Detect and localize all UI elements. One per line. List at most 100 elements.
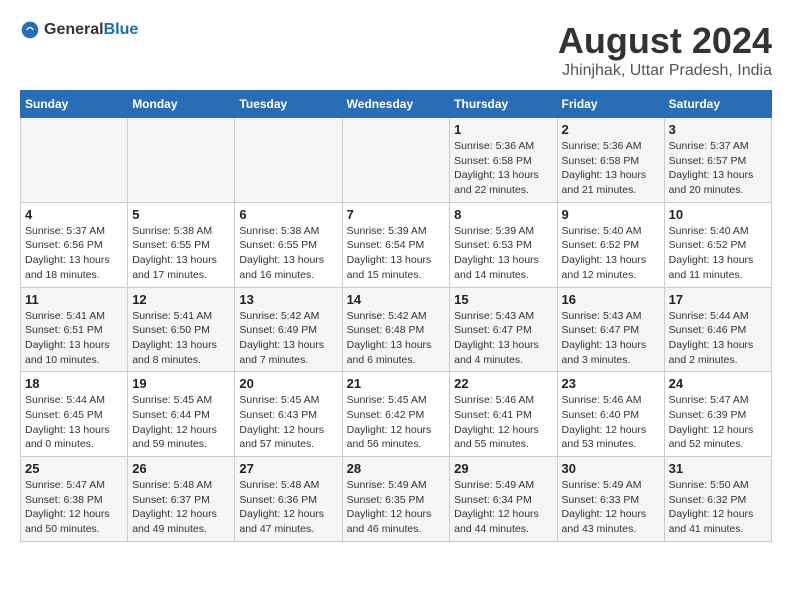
day-detail: Sunrise: 5:42 AM Sunset: 6:49 PM Dayligh…	[239, 309, 337, 368]
calendar-cell: 12 Sunrise: 5:41 AM Sunset: 6:50 PM Dayli…	[128, 287, 235, 372]
day-detail: Sunrise: 5:49 AM Sunset: 6:35 PM Dayligh…	[347, 478, 446, 537]
col-friday: Friday	[557, 91, 664, 118]
day-detail: Sunrise: 5:36 AM Sunset: 6:58 PM Dayligh…	[562, 139, 660, 198]
calendar-cell: 14 Sunrise: 5:42 AM Sunset: 6:48 PM Dayli…	[342, 287, 450, 372]
logo-general: General	[44, 21, 104, 38]
calendar-subtitle: Jhinjhak, Uttar Pradesh, India	[558, 62, 772, 80]
day-number: 2	[562, 122, 660, 137]
day-detail: Sunrise: 5:46 AM Sunset: 6:40 PM Dayligh…	[562, 393, 660, 452]
calendar-week-1: 1Sunrise: 5:36 AM Sunset: 6:58 PM Daylig…	[21, 118, 772, 203]
calendar-cell: 8 Sunrise: 5:39 AM Sunset: 6:53 PM Daylig…	[450, 202, 557, 287]
day-detail: Sunrise: 5:43 AM Sunset: 6:47 PM Dayligh…	[454, 309, 552, 368]
calendar-cell: 1Sunrise: 5:36 AM Sunset: 6:58 PM Daylig…	[450, 118, 557, 203]
calendar-cell: 2 Sunrise: 5:36 AM Sunset: 6:58 PM Daylig…	[557, 118, 664, 203]
day-number: 3	[669, 122, 767, 137]
calendar-week-2: 4 Sunrise: 5:37 AM Sunset: 6:56 PM Daylig…	[21, 202, 772, 287]
calendar-cell: 17Sunrise: 5:44 AM Sunset: 6:46 PM Dayli…	[664, 287, 771, 372]
day-number: 15	[454, 292, 552, 307]
day-detail: Sunrise: 5:44 AM Sunset: 6:46 PM Dayligh…	[669, 309, 767, 368]
day-number: 25	[25, 461, 123, 476]
day-number: 7	[347, 207, 446, 222]
logo-icon	[20, 20, 40, 40]
day-number: 21	[347, 376, 446, 391]
calendar-cell: 4 Sunrise: 5:37 AM Sunset: 6:56 PM Daylig…	[21, 202, 128, 287]
header-row: Sunday Monday Tuesday Wednesday Thursday…	[21, 91, 772, 118]
day-number: 23	[562, 376, 660, 391]
col-saturday: Saturday	[664, 91, 771, 118]
logo-blue: Blue	[104, 21, 139, 38]
day-detail: Sunrise: 5:47 AM Sunset: 6:38 PM Dayligh…	[25, 478, 123, 537]
calendar-cell: 24 Sunrise: 5:47 AM Sunset: 6:39 PM Dayli…	[664, 372, 771, 457]
day-number: 27	[239, 461, 337, 476]
day-detail: Sunrise: 5:42 AM Sunset: 6:48 PM Dayligh…	[347, 309, 446, 368]
day-number: 8	[454, 207, 552, 222]
calendar-cell: 25 Sunrise: 5:47 AM Sunset: 6:38 PM Dayli…	[21, 457, 128, 542]
day-detail: Sunrise: 5:39 AM Sunset: 6:54 PM Dayligh…	[347, 224, 446, 283]
calendar-cell: 23 Sunrise: 5:46 AM Sunset: 6:40 PM Dayli…	[557, 372, 664, 457]
calendar-cell	[342, 118, 450, 203]
calendar-cell: 26Sunrise: 5:48 AM Sunset: 6:37 PM Dayli…	[128, 457, 235, 542]
day-detail: Sunrise: 5:45 AM Sunset: 6:44 PM Dayligh…	[132, 393, 230, 452]
col-monday: Monday	[128, 91, 235, 118]
calendar-week-4: 18 Sunrise: 5:44 AM Sunset: 6:45 PM Dayli…	[21, 372, 772, 457]
calendar-cell: 29 Sunrise: 5:49 AM Sunset: 6:34 PM Dayli…	[450, 457, 557, 542]
day-detail: Sunrise: 5:49 AM Sunset: 6:33 PM Dayligh…	[562, 478, 660, 537]
day-number: 11	[25, 292, 123, 307]
calendar-cell: 20Sunrise: 5:45 AM Sunset: 6:43 PM Dayli…	[235, 372, 342, 457]
calendar-cell: 7 Sunrise: 5:39 AM Sunset: 6:54 PM Daylig…	[342, 202, 450, 287]
day-number: 20	[239, 376, 337, 391]
calendar-cell: 3Sunrise: 5:37 AM Sunset: 6:57 PM Daylig…	[664, 118, 771, 203]
calendar-cell: 30 Sunrise: 5:49 AM Sunset: 6:33 PM Dayli…	[557, 457, 664, 542]
calendar-cell	[21, 118, 128, 203]
calendar-cell: 11 Sunrise: 5:41 AM Sunset: 6:51 PM Dayli…	[21, 287, 128, 372]
day-number: 13	[239, 292, 337, 307]
calendar-cell: 22 Sunrise: 5:46 AM Sunset: 6:41 PM Dayli…	[450, 372, 557, 457]
logo: GeneralBlue	[20, 20, 138, 40]
calendar-table: Sunday Monday Tuesday Wednesday Thursday…	[20, 90, 772, 542]
day-number: 5	[132, 207, 230, 222]
col-wednesday: Wednesday	[342, 91, 450, 118]
day-detail: Sunrise: 5:40 AM Sunset: 6:52 PM Dayligh…	[562, 224, 660, 283]
calendar-cell: 19Sunrise: 5:45 AM Sunset: 6:44 PM Dayli…	[128, 372, 235, 457]
calendar-cell: 31Sunrise: 5:50 AM Sunset: 6:32 PM Dayli…	[664, 457, 771, 542]
day-detail: Sunrise: 5:38 AM Sunset: 6:55 PM Dayligh…	[132, 224, 230, 283]
day-detail: Sunrise: 5:48 AM Sunset: 6:36 PM Dayligh…	[239, 478, 337, 537]
day-detail: Sunrise: 5:44 AM Sunset: 6:45 PM Dayligh…	[25, 393, 123, 452]
day-detail: Sunrise: 5:41 AM Sunset: 6:51 PM Dayligh…	[25, 309, 123, 368]
day-detail: Sunrise: 5:37 AM Sunset: 6:56 PM Dayligh…	[25, 224, 123, 283]
header: GeneralBlue August 2024 Jhinjhak, Uttar …	[20, 20, 772, 80]
day-number: 14	[347, 292, 446, 307]
calendar-week-3: 11 Sunrise: 5:41 AM Sunset: 6:51 PM Dayli…	[21, 287, 772, 372]
day-number: 22	[454, 376, 552, 391]
day-detail: Sunrise: 5:45 AM Sunset: 6:42 PM Dayligh…	[347, 393, 446, 452]
day-detail: Sunrise: 5:38 AM Sunset: 6:55 PM Dayligh…	[239, 224, 337, 283]
day-number: 6	[239, 207, 337, 222]
col-tuesday: Tuesday	[235, 91, 342, 118]
day-number: 4	[25, 207, 123, 222]
day-detail: Sunrise: 5:39 AM Sunset: 6:53 PM Dayligh…	[454, 224, 552, 283]
day-number: 30	[562, 461, 660, 476]
col-sunday: Sunday	[21, 91, 128, 118]
day-detail: Sunrise: 5:49 AM Sunset: 6:34 PM Dayligh…	[454, 478, 552, 537]
calendar-cell: 28Sunrise: 5:49 AM Sunset: 6:35 PM Dayli…	[342, 457, 450, 542]
calendar-title: August 2024	[558, 20, 772, 62]
calendar-cell: 10Sunrise: 5:40 AM Sunset: 6:52 PM Dayli…	[664, 202, 771, 287]
day-number: 24	[669, 376, 767, 391]
day-detail: Sunrise: 5:47 AM Sunset: 6:39 PM Dayligh…	[669, 393, 767, 452]
day-detail: Sunrise: 5:41 AM Sunset: 6:50 PM Dayligh…	[132, 309, 230, 368]
calendar-cell: 18 Sunrise: 5:44 AM Sunset: 6:45 PM Dayli…	[21, 372, 128, 457]
calendar-cell: 5 Sunrise: 5:38 AM Sunset: 6:55 PM Daylig…	[128, 202, 235, 287]
calendar-cell: 21 Sunrise: 5:45 AM Sunset: 6:42 PM Dayli…	[342, 372, 450, 457]
day-number: 16	[562, 292, 660, 307]
day-detail: Sunrise: 5:43 AM Sunset: 6:47 PM Dayligh…	[562, 309, 660, 368]
day-number: 12	[132, 292, 230, 307]
calendar-cell	[235, 118, 342, 203]
title-area: August 2024 Jhinjhak, Uttar Pradesh, Ind…	[558, 20, 772, 80]
day-number: 18	[25, 376, 123, 391]
day-number: 29	[454, 461, 552, 476]
calendar-cell: 16 Sunrise: 5:43 AM Sunset: 6:47 PM Dayli…	[557, 287, 664, 372]
col-thursday: Thursday	[450, 91, 557, 118]
day-detail: Sunrise: 5:36 AM Sunset: 6:58 PM Dayligh…	[454, 139, 552, 198]
day-detail: Sunrise: 5:46 AM Sunset: 6:41 PM Dayligh…	[454, 393, 552, 452]
day-detail: Sunrise: 5:48 AM Sunset: 6:37 PM Dayligh…	[132, 478, 230, 537]
